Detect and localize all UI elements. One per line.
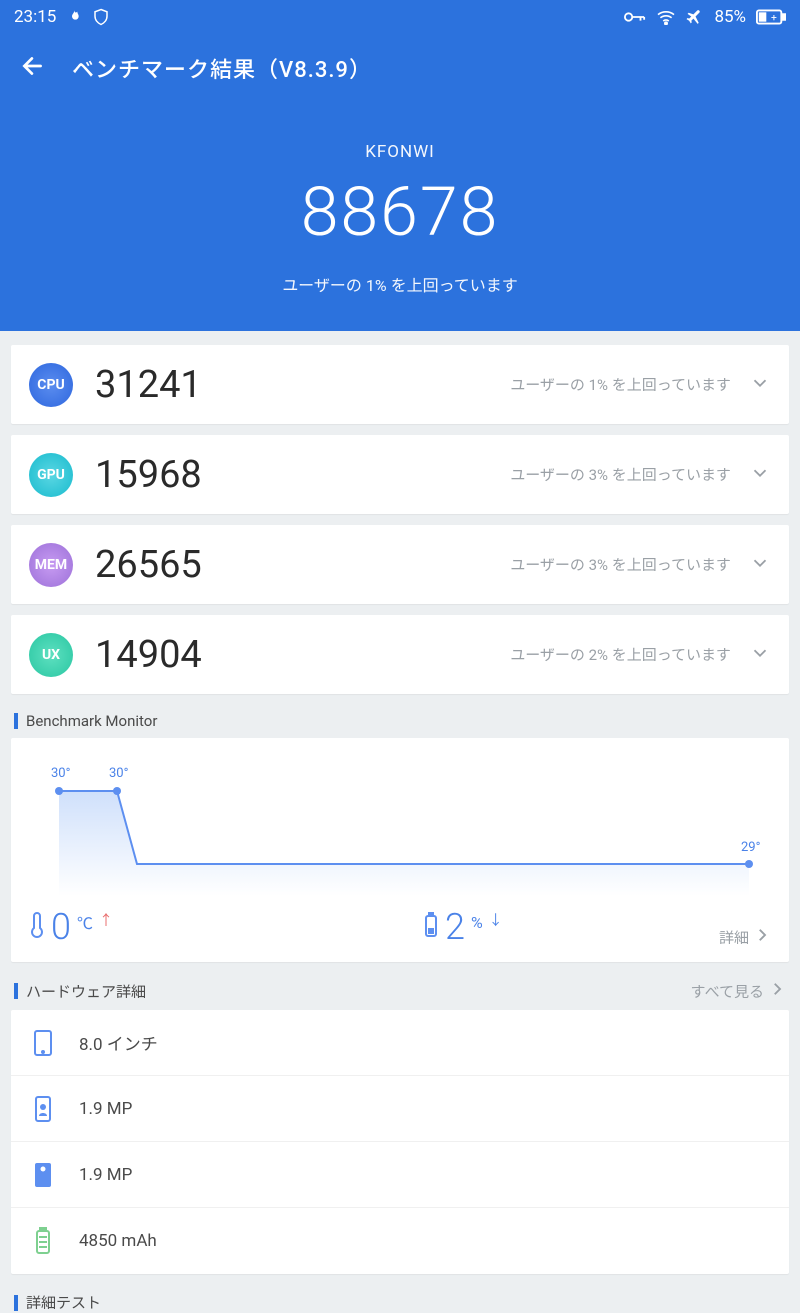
status-bar: 23:15 85% + [0, 0, 800, 34]
temp-point-label: 30° [51, 766, 70, 781]
flame-icon [66, 9, 82, 25]
arrow-down-icon: ↓ [489, 910, 503, 930]
back-button[interactable] [20, 53, 46, 83]
vpn-key-icon [624, 10, 646, 24]
chevron-down-icon [749, 462, 771, 488]
app-header: ベンチマーク結果（V8.3.9） [0, 34, 800, 102]
ux-badge-icon: UX [29, 633, 73, 677]
hardware-row-camera-front[interactable]: 1.9 MP [11, 1076, 789, 1142]
battery-charging-icon: + [756, 9, 786, 25]
hardware-text: 1.9 MP [79, 1099, 132, 1119]
cpu-badge-icon: CPU [29, 363, 73, 407]
total-score: 88678 [0, 172, 800, 252]
chevron-right-icon [753, 926, 771, 948]
cpu-score: 31241 [95, 363, 202, 407]
chevron-down-icon [749, 372, 771, 398]
section-accent-bar [14, 1295, 18, 1311]
display-icon [29, 1029, 57, 1057]
hardware-row-battery[interactable]: 4850 mAh [11, 1208, 789, 1274]
chevron-right-icon [768, 980, 786, 1002]
status-battery-pct: 85% [714, 7, 746, 27]
mem-subtext: ユーザーの 3% を上回っています [510, 554, 731, 575]
temperature-reading: 0 ℃ ↑ [29, 906, 113, 948]
temp-point-label: 29° [741, 840, 760, 855]
ux-score: 14904 [95, 633, 202, 677]
svg-text:+: + [771, 11, 777, 24]
chevron-down-icon [749, 642, 771, 668]
chevron-down-icon [749, 552, 771, 578]
batt-unit: % [471, 913, 483, 932]
temperature-chart: 30° 30° 29° [29, 756, 771, 896]
section-header-hardware: ハードウェア詳細 すべて見る [0, 962, 800, 1010]
gpu-badge-icon: GPU [29, 453, 73, 497]
hardware-text: 4850 mAh [79, 1231, 157, 1251]
temp-point-label: 30° [109, 766, 128, 781]
score-row-gpu[interactable]: GPU 15968 ユーザーの 3% を上回っています [11, 435, 789, 514]
battery-icon [29, 1227, 57, 1255]
ux-subtext: ユーザーの 2% を上回っています [510, 644, 731, 665]
temp-value: 0 [51, 906, 71, 948]
temp-unit: ℃ [77, 910, 93, 934]
score-rows: CPU 31241 ユーザーの 1% を上回っています GPU 15968 ユー… [0, 331, 800, 694]
battery-icon [423, 912, 439, 942]
camera-back-icon [29, 1161, 57, 1189]
hardware-row-camera-back[interactable]: 1.9 MP [11, 1142, 789, 1208]
section-label: 詳細テスト [26, 1292, 101, 1313]
monitor-detail-link[interactable]: 詳細 [719, 926, 771, 948]
score-row-mem[interactable]: MEM 26565 ユーザーの 3% を上回っています [11, 525, 789, 604]
score-row-cpu[interactable]: CPU 31241 ユーザーの 1% を上回っています [11, 345, 789, 424]
device-name: KFONWI [0, 142, 800, 162]
page-title: ベンチマーク結果（V8.3.9） [72, 52, 372, 84]
airplane-icon [686, 8, 704, 26]
mem-badge-icon: MEM [29, 543, 73, 587]
gpu-score: 15968 [95, 453, 202, 497]
arrow-up-icon: ↑ [99, 910, 113, 930]
cpu-subtext: ユーザーの 1% を上回っています [510, 374, 731, 395]
hero-panel: KFONWI 88678 ユーザーの 1% を上回っています [0, 102, 800, 331]
hardware-text: 8.0 インチ [79, 1030, 158, 1055]
gpu-subtext: ユーザーの 3% を上回っています [510, 464, 731, 485]
batt-value: 2 [445, 906, 465, 948]
hardware-view-all-link[interactable]: すべて見る [691, 980, 786, 1002]
section-accent-bar [14, 713, 18, 729]
mem-score: 26565 [95, 543, 202, 587]
score-row-ux[interactable]: UX 14904 ユーザーの 2% を上回っています [11, 615, 789, 694]
detail-label: 詳細 [719, 927, 749, 948]
section-label: ハードウェア詳細 [26, 981, 146, 1002]
battery-reading: 2 % ↓ [423, 906, 503, 948]
monitor-card: 30° 30° 29° 0 ℃ ↑ 2 % ↓ 詳細 [11, 738, 789, 962]
shield-icon [92, 8, 110, 26]
section-accent-bar [14, 983, 18, 999]
hardware-text: 1.9 MP [79, 1165, 132, 1185]
hardware-list: 8.0 インチ 1.9 MP 1.9 MP 4850 mAh [11, 1010, 789, 1274]
section-label: Benchmark Monitor [26, 712, 157, 730]
section-header-monitor: Benchmark Monitor [0, 694, 800, 738]
camera-front-icon [29, 1095, 57, 1123]
hardware-row-display[interactable]: 8.0 インチ [11, 1010, 789, 1076]
status-time: 23:15 [14, 7, 56, 27]
thermometer-icon [29, 910, 45, 944]
hero-subtitle: ユーザーの 1% を上回っています [0, 272, 800, 296]
wifi-icon [656, 9, 676, 25]
view-all-label: すべて見る [691, 981, 764, 1002]
